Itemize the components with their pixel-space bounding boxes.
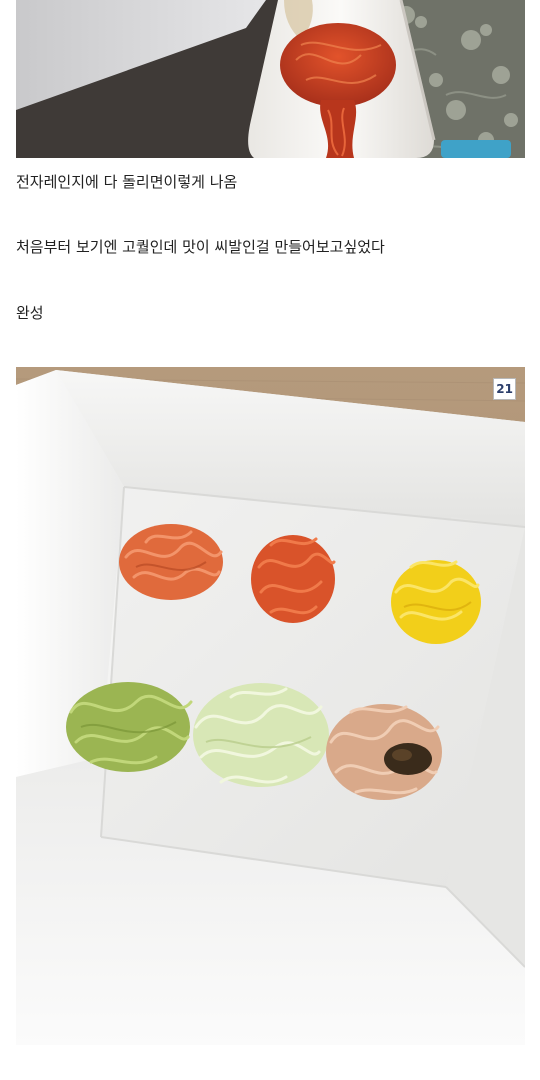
caption-1: 전자레인지에 다 돌리면이렇게 나옴 bbox=[16, 173, 238, 191]
brown-noodle-mound bbox=[326, 704, 442, 800]
caption-3: 완성 bbox=[16, 304, 44, 322]
noodle-plate-image bbox=[16, 367, 525, 1045]
cup-noodle-image bbox=[16, 0, 525, 158]
noodle-plate-photo: 21 bbox=[16, 367, 525, 1045]
caption-2: 처음부터 보기엔 고퀄인데 맛이 씨발인걸 만들어보고싶었다 bbox=[16, 238, 385, 256]
red-noodle-mound bbox=[251, 535, 336, 623]
cup-noodle-photo bbox=[16, 0, 525, 158]
photo-index-badge: 21 bbox=[493, 378, 516, 400]
pale-green-noodle-mound bbox=[193, 683, 329, 787]
green-noodle-mound bbox=[66, 682, 193, 772]
yellow-noodle-mound bbox=[391, 560, 481, 644]
orange-noodle-mound bbox=[119, 524, 223, 600]
